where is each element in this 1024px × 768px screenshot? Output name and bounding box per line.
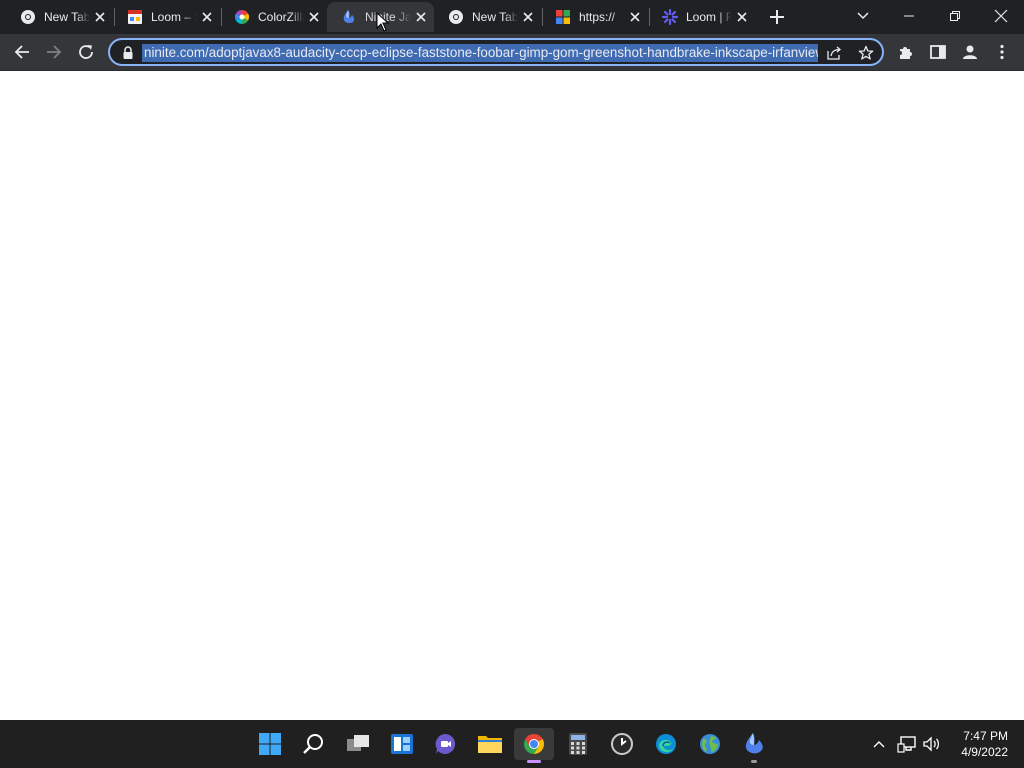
bookmark-star-icon[interactable] bbox=[858, 45, 874, 61]
kebab-menu-icon bbox=[1000, 44, 1004, 60]
tab-new-tab-1[interactable]: New Tab bbox=[6, 2, 113, 32]
profile-button[interactable] bbox=[958, 40, 982, 64]
url-text[interactable]: ninite.com/adoptjavax8-audacity-cccp-ecl… bbox=[142, 44, 818, 62]
arrow-left-icon bbox=[14, 45, 29, 59]
tab-loom-store[interactable]: Loom – Screen Recorder bbox=[113, 2, 220, 32]
window-close-button[interactable] bbox=[978, 0, 1024, 32]
close-icon[interactable] bbox=[93, 10, 107, 24]
menu-button[interactable] bbox=[990, 40, 1014, 64]
close-icon[interactable] bbox=[735, 10, 749, 24]
network-icon[interactable] bbox=[894, 720, 920, 768]
tab-title: Loom | Free bbox=[686, 10, 732, 24]
active-indicator bbox=[527, 760, 541, 763]
side-panel-icon bbox=[930, 45, 946, 59]
puzzle-icon bbox=[900, 47, 912, 59]
close-icon[interactable] bbox=[521, 10, 535, 24]
lock-icon[interactable] bbox=[122, 46, 134, 60]
volume-icon[interactable] bbox=[920, 720, 944, 768]
system-clock[interactable]: 7:47 PM 4/9/2022 bbox=[948, 728, 1008, 760]
tab-title: Loom – Screen Recorder bbox=[151, 10, 197, 24]
tab-colorzilla[interactable]: ColorZilla bbox=[220, 2, 327, 32]
calculator-icon[interactable] bbox=[558, 728, 598, 760]
reload-button[interactable] bbox=[74, 40, 98, 64]
chrome-icon[interactable] bbox=[514, 728, 554, 763]
edge-icon[interactable] bbox=[646, 728, 686, 760]
chevron-down-icon bbox=[857, 12, 869, 20]
extensions-button[interactable] bbox=[894, 40, 918, 64]
tab-title: https:// bbox=[579, 10, 616, 24]
running-indicator bbox=[751, 760, 757, 763]
show-hidden-icons-button[interactable] bbox=[868, 720, 890, 768]
page-content bbox=[0, 71, 1024, 720]
reload-icon bbox=[79, 45, 93, 59]
file-explorer-icon[interactable] bbox=[470, 728, 510, 760]
minimize-button[interactable] bbox=[886, 0, 932, 32]
clock-time: 7:47 PM bbox=[963, 729, 1008, 743]
search-icon[interactable] bbox=[294, 728, 334, 760]
globe-app-icon[interactable] bbox=[690, 728, 730, 760]
close-icon[interactable] bbox=[307, 10, 321, 24]
arrow-right-icon bbox=[47, 45, 62, 59]
profile-icon bbox=[963, 45, 977, 59]
mouse-cursor-icon bbox=[376, 11, 390, 32]
ninite-icon[interactable] bbox=[734, 728, 774, 763]
new-tab-button[interactable] bbox=[767, 7, 787, 27]
chevron-up-icon bbox=[873, 741, 885, 748]
task-view-icon[interactable] bbox=[338, 728, 378, 760]
tab-https[interactable]: https:// bbox=[541, 2, 648, 32]
forward-button[interactable] bbox=[42, 40, 66, 64]
share-icon[interactable] bbox=[826, 45, 842, 61]
taskbar: 7:47 PM 4/9/2022 bbox=[0, 720, 1024, 768]
colorzilla-icon bbox=[234, 9, 250, 25]
loom-store-icon bbox=[127, 9, 143, 25]
tab-new-tab-2[interactable]: New Tab bbox=[434, 2, 541, 32]
close-icon[interactable] bbox=[414, 10, 428, 24]
tab-title: ColorZilla bbox=[258, 10, 304, 24]
clock-app-icon[interactable] bbox=[602, 728, 642, 760]
chrome-icon bbox=[448, 9, 464, 25]
tab-search-button[interactable] bbox=[840, 0, 886, 32]
side-panel-button[interactable] bbox=[926, 40, 950, 64]
tab-title: New Tab bbox=[44, 10, 90, 24]
restore-button[interactable] bbox=[932, 0, 978, 32]
tab-loom[interactable]: Loom | Free bbox=[648, 2, 755, 32]
ninite-icon bbox=[341, 9, 357, 25]
grid-icon bbox=[555, 9, 571, 25]
clock-date: 4/9/2022 bbox=[961, 745, 1008, 759]
address-bar[interactable]: ninite.com/adoptjavax8-audacity-cccp-ecl… bbox=[108, 38, 884, 66]
close-icon[interactable] bbox=[200, 10, 214, 24]
restore-icon bbox=[950, 11, 960, 21]
teams-chat-icon[interactable] bbox=[426, 728, 466, 760]
minimize-icon bbox=[904, 15, 914, 17]
tab-strip: New Tab Loom – Screen Recorder bbox=[0, 0, 1024, 34]
chrome-icon bbox=[20, 9, 36, 25]
windows-start-icon[interactable] bbox=[250, 728, 290, 760]
tab-title: New Tab bbox=[472, 10, 518, 24]
back-button[interactable] bbox=[10, 40, 34, 64]
loom-icon bbox=[661, 8, 679, 26]
close-icon bbox=[994, 9, 1008, 23]
browser-toolbar: ninite.com/adoptjavax8-audacity-cccp-ecl… bbox=[0, 34, 1024, 71]
close-icon[interactable] bbox=[628, 10, 642, 24]
widgets-icon[interactable] bbox=[382, 728, 422, 760]
